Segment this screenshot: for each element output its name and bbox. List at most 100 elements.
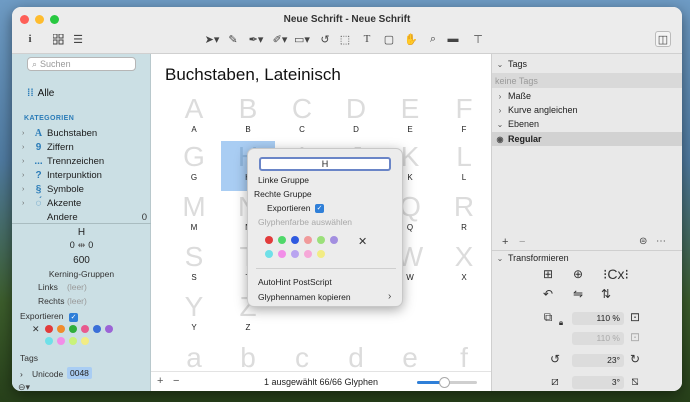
chevron-right-icon[interactable]: ›: [22, 158, 30, 165]
layer-row-regular[interactable]: ◉ Regular: [492, 132, 682, 146]
preview-icon[interactable]: ▬: [445, 31, 461, 47]
no-color-icon[interactable]: ✕: [32, 324, 40, 335]
menu-item-rechte-gruppe[interactable]: Rechte Gruppe: [254, 189, 312, 199]
color-swatch-purple[interactable]: [105, 325, 113, 333]
tags-input[interactable]: keine Tags: [492, 73, 682, 88]
color-swatch-orange[interactable]: [57, 325, 65, 333]
glyph-cell-E[interactable]: EE: [383, 93, 437, 143]
hand-tool-icon[interactable]: ✋: [403, 31, 419, 47]
glyph-cell-D[interactable]: DD: [329, 93, 383, 143]
transform-section[interactable]: ⌄ Transformieren: [492, 253, 682, 263]
info-icon[interactable]: i: [22, 31, 38, 47]
color-swatch-cyan[interactable]: [45, 337, 53, 345]
select-tool-icon[interactable]: ➤▾: [204, 31, 220, 47]
remove-layer-button[interactable]: −: [519, 236, 525, 248]
chevron-down-icon[interactable]: ⌄: [492, 254, 508, 263]
sidebar-item-andere[interactable]: Andere 0: [22, 212, 147, 222]
rectangle-tool-icon[interactable]: ▭▾: [294, 31, 310, 47]
color-swatch-pink[interactable]: [81, 325, 89, 333]
menu-item-linke-gruppe[interactable]: Linke Gruppe: [258, 175, 309, 185]
sidebar-item-all[interactable]: ⁞⁞ Alle: [27, 88, 54, 99]
menu-color-swatch[interactable]: [317, 236, 325, 244]
chevron-right-icon[interactable]: ›: [22, 130, 30, 137]
sidebar-item-ziffern[interactable]: › 9 Ziffern: [22, 142, 147, 153]
menu-color-swatch[interactable]: [330, 236, 338, 244]
measure-tool-icon[interactable]: ⬚: [337, 31, 353, 47]
menu-item-copy-names[interactable]: Glyphennamen kopieren: [258, 292, 351, 302]
glyph-cell-R[interactable]: RR: [437, 191, 491, 241]
menu-item-exportieren[interactable]: Exportieren: [267, 203, 310, 213]
scale-up-icon[interactable]: ⊡: [628, 330, 642, 344]
glyph-cell-Y[interactable]: YY: [167, 291, 221, 341]
menu-color-swatch[interactable]: [265, 236, 273, 244]
search-input[interactable]: ⌕ Suchen: [27, 57, 136, 71]
glyph-cell-B[interactable]: BB: [221, 93, 275, 143]
bounding-box-origin-icon[interactable]: ⊞: [538, 267, 558, 281]
options-icon[interactable]: ⊖▾: [18, 382, 30, 391]
sidebar-item-symbole[interactable]: › § Symbole: [22, 184, 147, 195]
flip-vertical-icon[interactable]: ⇅: [596, 287, 616, 301]
glyph-cell-G[interactable]: GG: [167, 141, 221, 191]
rotate-ccw-icon[interactable]: ↺: [548, 352, 562, 366]
menu-color-swatch[interactable]: [291, 236, 299, 244]
chevron-right-icon[interactable]: ›: [22, 186, 30, 193]
glyph-cell-A[interactable]: AA: [167, 93, 221, 143]
left-group-value[interactable]: (leer): [67, 282, 87, 292]
slant-left-icon[interactable]: ⧄: [548, 374, 562, 389]
color-swatch-blue[interactable]: [93, 325, 101, 333]
glyph-cell-X[interactable]: XX: [437, 241, 491, 291]
menu-color-swatch[interactable]: [278, 250, 286, 258]
chevron-down-icon[interactable]: ⌄: [492, 120, 508, 129]
slant-right-icon[interactable]: ⧅: [628, 374, 642, 389]
ebenen-section[interactable]: ⌄ Ebenen: [492, 119, 682, 129]
brush-tool-icon[interactable]: ✐▾: [272, 31, 288, 47]
zoom-slider-knob[interactable]: [439, 377, 450, 388]
color-swatch-lime[interactable]: [69, 337, 77, 345]
glyph-cell-S[interactable]: SS: [167, 241, 221, 291]
chevron-right-icon[interactable]: ›: [22, 200, 30, 207]
menu-color-swatch[interactable]: [265, 250, 273, 258]
unicode-value[interactable]: 0048: [67, 367, 92, 379]
clear-color-icon[interactable]: ✕: [358, 235, 367, 248]
rotate-tool-icon[interactable]: ↺: [317, 31, 333, 47]
sidebar-toggle-icon[interactable]: ◫: [655, 31, 671, 47]
chevron-right-icon[interactable]: ›: [492, 92, 508, 101]
list-view-icon[interactable]: ☰: [70, 31, 86, 47]
glyph-cell-C[interactable]: CC: [275, 93, 329, 143]
chevron-right-icon[interactable]: ›: [22, 144, 30, 151]
menu-item-autohint[interactable]: AutoHint PostScript: [258, 277, 332, 287]
menu-color-swatch[interactable]: [317, 250, 325, 258]
export-checkbox[interactable]: ✓: [69, 311, 78, 322]
scale-down-icon[interactable]: ⊡: [628, 310, 642, 324]
chevron-down-icon[interactable]: ⌄: [492, 60, 508, 69]
crosshair-origin-icon[interactable]: ⊕: [568, 267, 588, 281]
menu-color-swatch[interactable]: [291, 250, 299, 258]
zoom-slider[interactable]: [417, 377, 477, 388]
slant-field[interactable]: 3°: [572, 376, 624, 389]
rotate-field[interactable]: 23°: [572, 354, 624, 367]
color-swatch-red[interactable]: [45, 325, 53, 333]
right-group-value[interactable]: (leer): [67, 296, 87, 306]
sidebar-item-interpunktion[interactable]: › ? Interpunktion: [22, 170, 147, 181]
pen-tool-icon[interactable]: ✒▾: [248, 31, 264, 47]
tags-section[interactable]: ⌄ Tags: [492, 59, 682, 69]
filter-icon[interactable]: ⊜: [639, 236, 647, 247]
lsb-value[interactable]: 0: [70, 240, 75, 251]
chevron-right-icon[interactable]: ›: [20, 369, 23, 379]
component-icon[interactable]: ⁝Cx⁝: [596, 266, 636, 283]
glyph-cell-L[interactable]: LL: [437, 141, 491, 191]
add-layer-button[interactable]: +: [502, 236, 508, 248]
scale-icon[interactable]: ⧉: [538, 310, 558, 325]
sidebar-item-buchstaben[interactable]: › A Buchstaben: [22, 128, 147, 139]
glyph-name-field[interactable]: H: [259, 157, 391, 171]
export-checkbox[interactable]: ✓: [315, 202, 324, 213]
advance-width-value[interactable]: 600: [12, 255, 151, 266]
glyph-cell-F[interactable]: FF: [437, 93, 491, 143]
scale-x-field[interactable]: 110 %: [572, 312, 624, 325]
text-tool-icon[interactable]: T: [359, 31, 375, 47]
chevron-right-icon[interactable]: ›: [492, 106, 508, 115]
draw-tool-icon[interactable]: ✎: [225, 31, 241, 47]
more-options-icon[interactable]: ⋯: [656, 236, 666, 247]
color-swatch-magenta[interactable]: [57, 337, 65, 345]
scale-y-field[interactable]: 110 %: [572, 332, 624, 345]
